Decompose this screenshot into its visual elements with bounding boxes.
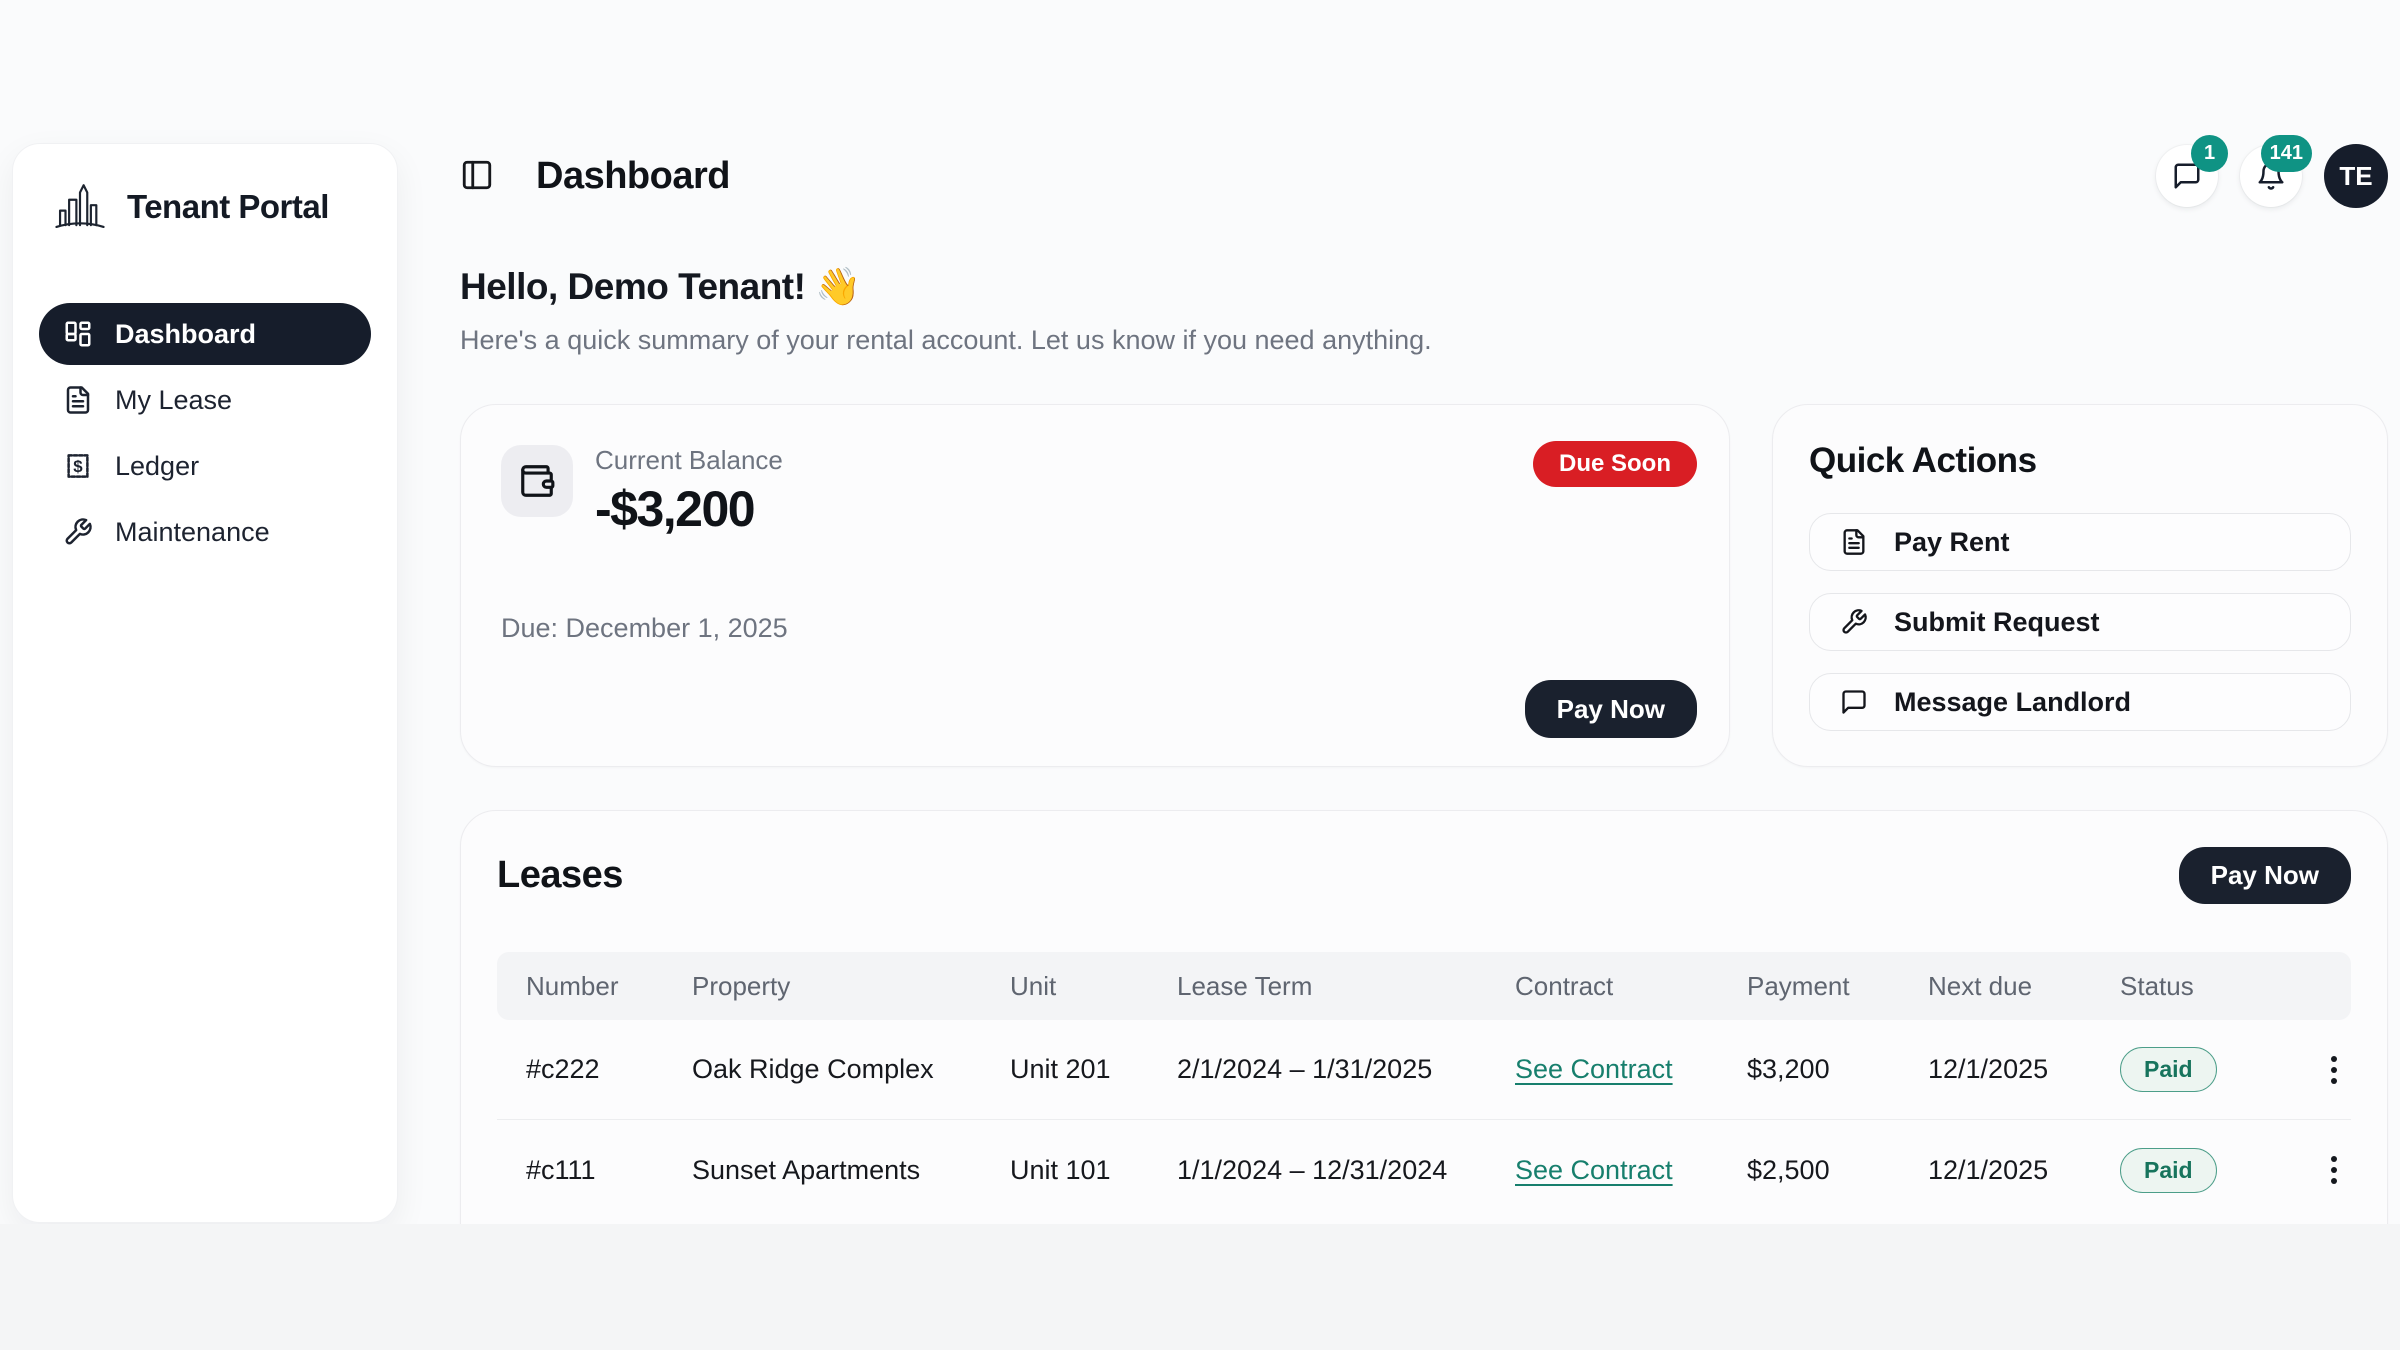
notifications-button[interactable]: 141 [2240, 145, 2302, 207]
lease-unit: Unit 201 [1010, 1054, 1177, 1085]
action-label: Submit Request [1894, 607, 2100, 638]
sidebar-item-dashboard[interactable]: Dashboard [39, 303, 371, 365]
column-header: Unit [1010, 971, 1177, 1002]
app-logo: Tenant Portal [13, 144, 397, 236]
quick-actions-title: Quick Actions [1809, 441, 2351, 481]
lease-property: Sunset Apartments [692, 1155, 1010, 1186]
sidebar: Tenant Portal Dashboard My Lease [12, 143, 398, 1223]
page-title: Dashboard [536, 155, 730, 198]
top-header: Dashboard 1 141 TE [460, 141, 2388, 211]
greeting-title: Hello, Demo Tenant! 👋 [460, 266, 1432, 309]
sidebar-item-ledger[interactable]: $ Ledger [39, 435, 371, 497]
due-soon-badge: Due Soon [1533, 441, 1697, 487]
greeting-subtitle: Here's a quick summary of your rental ac… [460, 325, 1432, 356]
column-header: Number [526, 971, 692, 1002]
column-header: Lease Term [1177, 971, 1515, 1002]
leases-pay-now-button[interactable]: Pay Now [2179, 847, 2351, 904]
wallet-icon-box [501, 445, 573, 517]
notifications-count-badge: 141 [2261, 135, 2312, 172]
column-header: Contract [1515, 971, 1747, 1002]
submit-request-button[interactable]: Submit Request [1809, 593, 2351, 651]
sidebar-item-label: Maintenance [115, 517, 270, 548]
lease-next-due: 12/1/2025 [1928, 1054, 2120, 1085]
app-title: Tenant Portal [127, 188, 329, 226]
lease-number: #c222 [526, 1054, 692, 1085]
sidebar-item-my-lease[interactable]: My Lease [39, 369, 371, 431]
table-row: #c111 Sunset Apartments Unit 101 1/1/202… [497, 1120, 2351, 1220]
panel-left-icon [460, 158, 494, 192]
lease-payment: $2,500 [1747, 1155, 1928, 1186]
wallet-icon [518, 462, 556, 500]
balance-label: Current Balance [595, 445, 783, 476]
app-viewport: Tenant Portal Dashboard My Lease [0, 0, 2400, 1224]
table-row: #c222 Oak Ridge Complex Unit 201 2/1/202… [497, 1020, 2351, 1120]
balance-amount: -$3,200 [595, 480, 783, 538]
status-badge: Paid [2120, 1148, 2217, 1193]
pay-rent-button[interactable]: Pay Rent [1809, 513, 2351, 571]
balance-due-date: Due: December 1, 2025 [501, 613, 788, 644]
greeting-section: Hello, Demo Tenant! 👋 Here's a quick sum… [460, 266, 1432, 356]
user-avatar[interactable]: TE [2324, 144, 2388, 208]
lease-unit: Unit 101 [1010, 1155, 1177, 1186]
buildings-logo-icon [51, 178, 109, 236]
lease-document-icon [63, 385, 93, 415]
sidebar-item-label: Ledger [115, 451, 199, 482]
ledger-receipt-icon: $ [63, 451, 93, 481]
dashboard-grid-icon [63, 319, 93, 349]
balance-pay-now-button[interactable]: Pay Now [1525, 680, 1697, 738]
leases-table-header: Number Property Unit Lease Term Contract… [497, 952, 2351, 1020]
lease-payment: $3,200 [1747, 1054, 1928, 1085]
sidebar-toggle-button[interactable] [460, 158, 496, 194]
sidebar-nav: Dashboard My Lease $ Ledger [13, 303, 397, 563]
column-header: Payment [1747, 971, 1928, 1002]
wrench-icon [1840, 608, 1868, 636]
leases-card: Leases Pay Now Number Property Unit Leas… [460, 810, 2388, 1224]
balance-card: Current Balance -$3,200 Due: December 1,… [460, 404, 1730, 767]
leases-title: Leases [497, 854, 623, 897]
column-header: Property [692, 971, 1010, 1002]
column-header: Next due [1928, 971, 2120, 1002]
lease-term: 2/1/2024 – 1/31/2025 [1177, 1054, 1515, 1085]
lease-term: 1/1/2024 – 12/31/2024 [1177, 1155, 1515, 1186]
maintenance-wrench-icon [63, 517, 93, 547]
see-contract-link[interactable]: See Contract [1515, 1054, 1673, 1084]
summary-cards-row: Current Balance -$3,200 Due: December 1,… [460, 404, 2388, 767]
action-label: Message Landlord [1894, 687, 2131, 718]
file-text-icon [1840, 528, 1868, 556]
action-label: Pay Rent [1894, 527, 2010, 558]
lease-next-due: 12/1/2025 [1928, 1155, 2120, 1186]
messages-button[interactable]: 1 [2156, 145, 2218, 207]
lease-property: Oak Ridge Complex [692, 1054, 1010, 1085]
sidebar-item-maintenance[interactable]: Maintenance [39, 501, 371, 563]
quick-actions-card: Quick Actions Pay Rent Submit Request [1772, 404, 2388, 767]
see-contract-link[interactable]: See Contract [1515, 1155, 1673, 1185]
svg-text:$: $ [73, 457, 83, 476]
row-menu-button[interactable] [2321, 1146, 2347, 1194]
leases-table: Number Property Unit Lease Term Contract… [497, 952, 2351, 1220]
message-landlord-button[interactable]: Message Landlord [1809, 673, 2351, 731]
status-badge: Paid [2120, 1047, 2217, 1092]
messages-count-badge: 1 [2191, 135, 2228, 172]
message-bubble-icon [1840, 688, 1868, 716]
sidebar-item-label: My Lease [115, 385, 232, 416]
sidebar-item-label: Dashboard [115, 319, 256, 350]
column-header: Status [2120, 971, 2286, 1002]
row-menu-button[interactable] [2321, 1046, 2347, 1094]
lease-number: #c111 [526, 1155, 692, 1186]
